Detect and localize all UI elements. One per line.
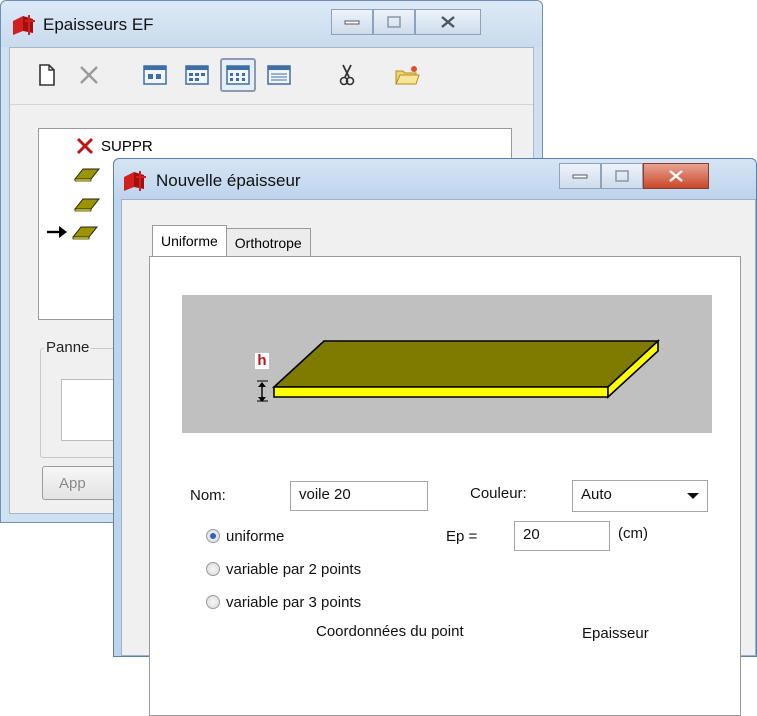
panne-label: Panne (44, 339, 92, 356)
delete-icon (80, 66, 98, 84)
titlebar[interactable]: Nouvelle épaisseur (114, 159, 756, 201)
new-document-icon (39, 64, 55, 86)
view-small-icons-button[interactable] (182, 60, 212, 90)
radio-button[interactable] (206, 529, 220, 543)
tab-orthotrope[interactable]: Orthotrope (225, 228, 311, 256)
new-button[interactable] (32, 60, 62, 90)
tab-uniforme[interactable]: Uniforme (152, 225, 227, 256)
height-label: h (255, 353, 269, 369)
minimize-button[interactable] (331, 9, 373, 35)
minimize-icon (344, 20, 360, 25)
view-details-button[interactable] (264, 60, 294, 90)
view-large-icons-button[interactable] (140, 60, 170, 90)
large-icons-view-icon (143, 65, 167, 85)
maximize-button[interactable] (373, 9, 415, 35)
list-item[interactable]: SUPPR (75, 135, 153, 157)
nom-input[interactable]: voile 20 (290, 481, 428, 511)
coord-header: Coordonnées du point (316, 623, 464, 640)
maximize-icon (615, 170, 629, 182)
small-icons-view-icon (185, 65, 209, 85)
minimize-button[interactable] (559, 163, 601, 189)
tab-strip: Uniforme Orthotrope (152, 225, 311, 256)
app-logo-icon (13, 15, 35, 35)
nouvelle-epaisseur-window: Nouvelle épaisseur Uniforme Orthotrope h… (113, 158, 757, 716)
open-folder-button[interactable] (392, 60, 422, 90)
view-list-button[interactable] (220, 58, 256, 92)
maximize-icon (387, 16, 401, 28)
ep-label: Ep = (446, 528, 478, 545)
radio-button[interactable] (206, 562, 220, 576)
maximize-button[interactable] (601, 163, 643, 189)
delete-x-icon (76, 137, 94, 155)
thickness-preview: h (182, 295, 712, 433)
nouvelle-epaisseur-client: Uniforme Orthotrope h Nom: voile 20 Coul… (121, 199, 756, 716)
couleur-value: Auto (581, 486, 612, 503)
radio-uniforme[interactable]: uniforme (206, 524, 284, 548)
list-item-current[interactable] (45, 221, 99, 243)
scissors-icon (339, 64, 355, 86)
titlebar[interactable]: Epaisseurs EF (1, 1, 542, 47)
radio-variable-3-points[interactable]: variable par 3 points (206, 590, 361, 614)
slab-icon (73, 198, 101, 212)
radio-label: variable par 2 points (226, 560, 362, 578)
toolbar (10, 48, 533, 105)
close-button[interactable] (415, 9, 481, 35)
close-icon (669, 170, 683, 182)
app-logo-icon (124, 171, 146, 191)
nom-label: Nom: (190, 487, 226, 504)
minimize-icon (572, 174, 588, 179)
ep-unit: (cm) (618, 525, 648, 542)
list-item[interactable] (73, 163, 101, 185)
ep-input[interactable]: 20 (514, 521, 610, 551)
list-item[interactable] (73, 193, 101, 215)
slab-icon (71, 226, 99, 240)
arrow-right-icon (47, 226, 67, 238)
window-title: Nouvelle épaisseur (156, 171, 301, 190)
couleur-label: Couleur: (470, 485, 527, 502)
folder-star-icon (395, 66, 420, 85)
couleur-select[interactable]: Auto (572, 480, 708, 512)
epaisseur-header: Epaisseur (582, 625, 649, 642)
cut-button[interactable] (332, 60, 362, 90)
chevron-down-icon (687, 493, 699, 499)
window-controls (559, 163, 709, 189)
window-controls (331, 9, 481, 35)
close-icon (441, 16, 455, 28)
list-item-label: SUPPR (101, 137, 153, 155)
delete-button[interactable] (74, 60, 104, 90)
tab-page-uniforme: h Nom: voile 20 Couleur: Auto uniforme E… (149, 256, 741, 716)
details-view-icon (267, 65, 291, 85)
radio-label: variable par 3 points (226, 593, 362, 611)
list-view-icon (226, 65, 250, 85)
window-title: Epaisseurs EF (43, 15, 154, 34)
close-button[interactable] (643, 163, 709, 189)
radio-button[interactable] (206, 595, 220, 609)
radio-label: uniforme (226, 527, 285, 545)
slab-icon (73, 168, 101, 182)
radio-variable-2-points[interactable]: variable par 2 points (206, 557, 361, 581)
